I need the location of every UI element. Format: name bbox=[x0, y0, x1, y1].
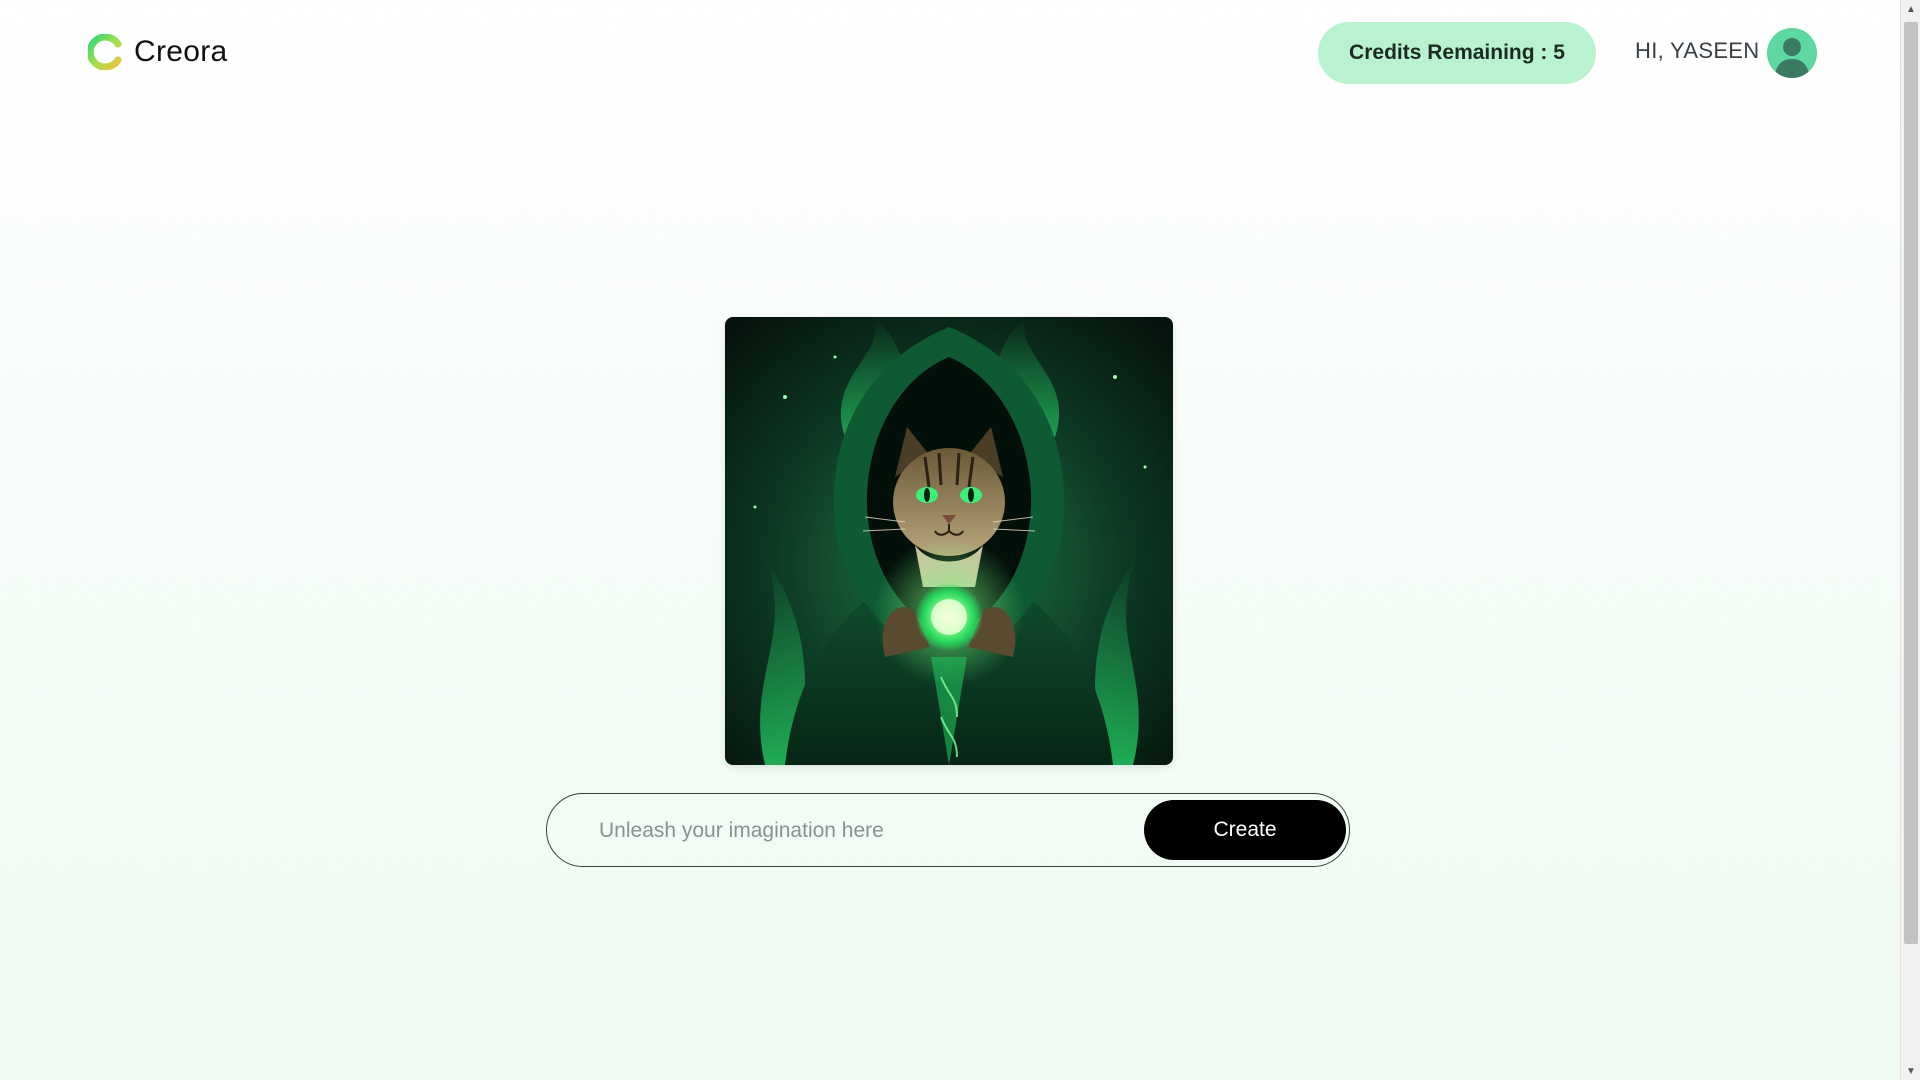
prompt-input[interactable] bbox=[597, 812, 1121, 850]
user-avatar[interactable] bbox=[1767, 28, 1817, 78]
vertical-scrollbar[interactable]: ▲ ▼ bbox=[1900, 0, 1920, 1080]
scrollbar-thumb[interactable] bbox=[1904, 22, 1918, 944]
page: Creora Credits Remaining : 5 HI, YASEEN bbox=[0, 0, 1900, 1080]
hooded-cat-wizard-image bbox=[725, 317, 1173, 765]
create-button[interactable]: Create bbox=[1144, 800, 1346, 860]
generated-image[interactable] bbox=[725, 317, 1173, 765]
user-avatar-icon bbox=[1767, 28, 1817, 78]
scroll-down-arrow-icon[interactable]: ▼ bbox=[1901, 1062, 1920, 1080]
user-greeting: HI, YASEEN bbox=[1635, 38, 1760, 63]
brand[interactable]: Creora bbox=[88, 34, 228, 70]
credits-remaining-badge[interactable]: Credits Remaining : 5 bbox=[1318, 22, 1596, 84]
brand-name: Creora bbox=[134, 35, 228, 68]
prompt-bar: Create bbox=[546, 793, 1350, 867]
header: Creora Credits Remaining : 5 HI, YASEEN bbox=[0, 0, 1900, 106]
scroll-up-arrow-icon[interactable]: ▲ bbox=[1901, 0, 1920, 18]
creora-logo-icon bbox=[88, 34, 122, 70]
